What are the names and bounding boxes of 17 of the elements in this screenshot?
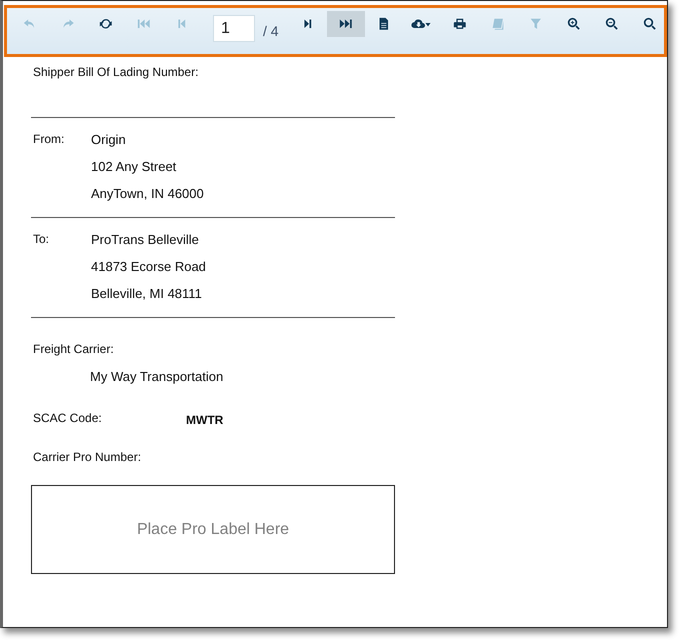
address-line: 41873 Ecorse Road <box>91 259 206 274</box>
field-label: Shipper Bill Of Lading Number: <box>32 65 200 81</box>
address-line: 102 Any Street <box>91 159 178 174</box>
page-count: / 4 <box>263 23 279 39</box>
field-label: To: <box>33 232 50 248</box>
field-label: From: <box>33 132 66 148</box>
field-label: Freight Carrier: <box>32 342 115 356</box>
address-line: AnyTown, IN 46000 <box>91 186 204 201</box>
field-value: MWTR <box>186 412 224 427</box>
field-label: SCAC Code: <box>33 411 103 427</box>
address-line: ProTrans Belleville <box>91 232 200 247</box>
field-value: My Way Transportation <box>90 369 224 384</box>
placeholder-text: Place Pro Label Here <box>136 520 290 538</box>
address-line: Origin <box>91 132 127 147</box>
address-line: Belleville, MI 48111 <box>91 286 203 301</box>
field-label: Carrier Pro Number: <box>32 450 142 464</box>
page-number-field[interactable]: 1 <box>213 15 255 42</box>
